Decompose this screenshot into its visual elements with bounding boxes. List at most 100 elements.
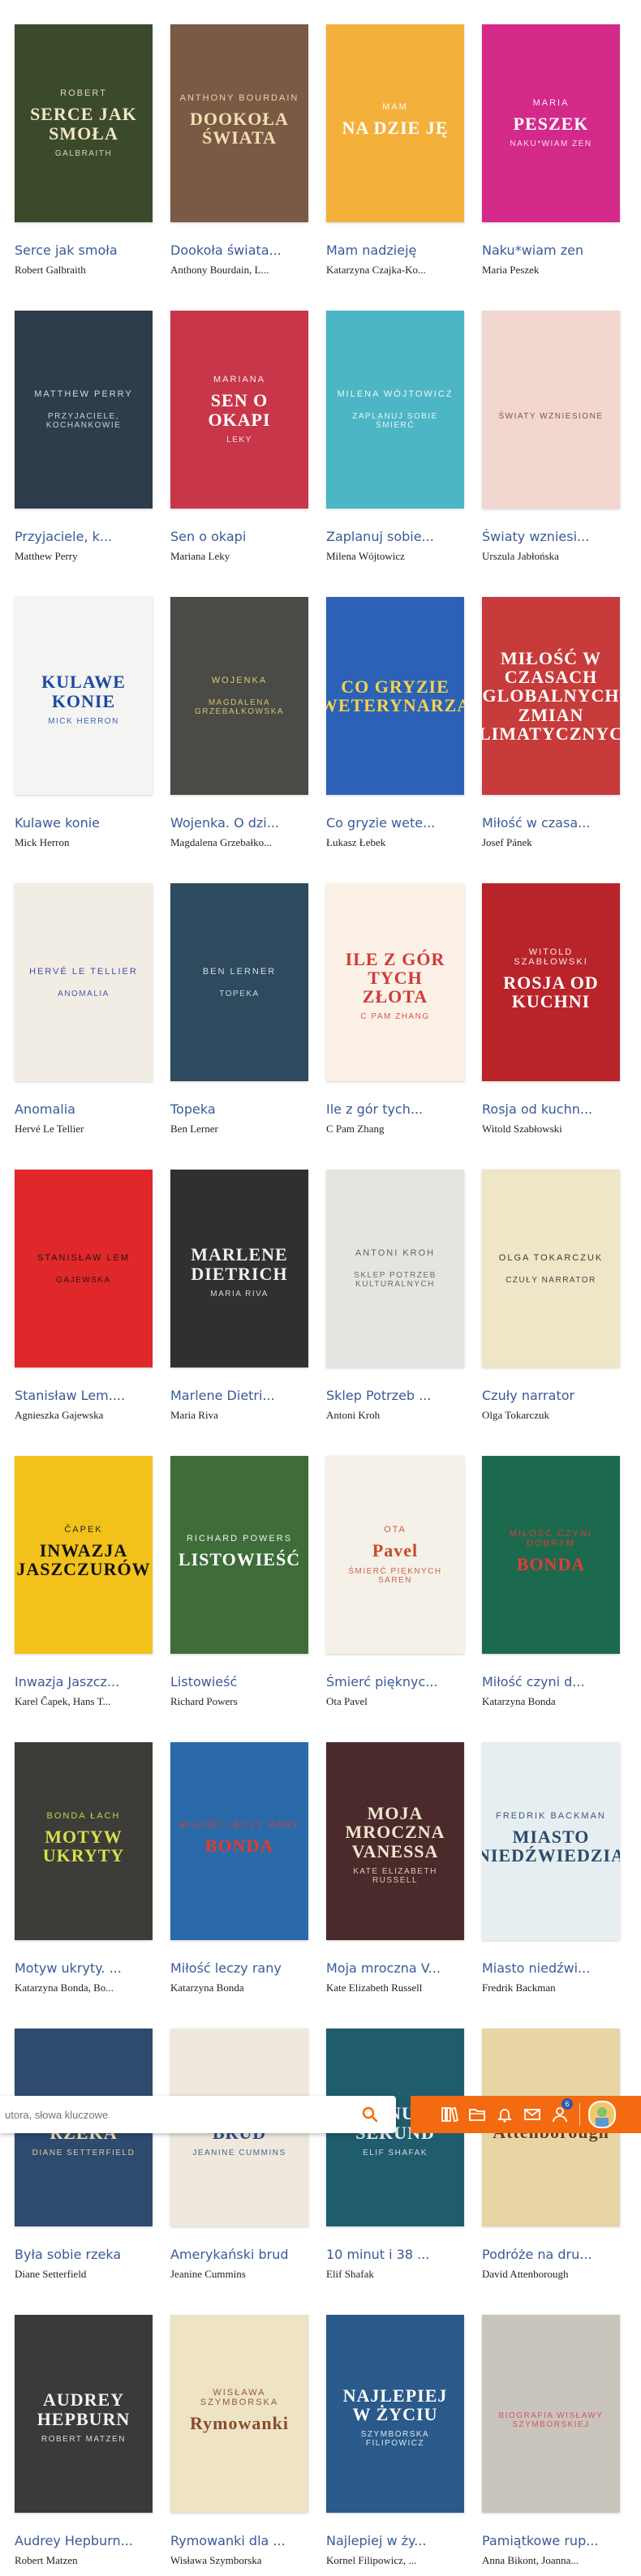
book-card[interactable]: Robert SERCE JAK SMOŁA Galbraith Serce jak … — [15, 24, 153, 284]
book-title-link[interactable]: Sen o okapi — [170, 529, 308, 544]
book-cover[interactable]: Maria PESZEK NAKU*WIAM ZEN — [482, 24, 620, 222]
book-title-link[interactable]: Miłość leczy rany — [170, 1960, 308, 1976]
book-title-link[interactable]: Serce jak smoła — [15, 243, 153, 258]
book-card[interactable]: Matthew Perry Przyjaciele, kochankowie Prz… — [15, 311, 153, 570]
book-title-link[interactable]: Topeka — [170, 1101, 308, 1117]
book-card[interactable]: Anthony Bourdain DOOKOŁA ŚWIATA Dookoła św… — [170, 24, 308, 284]
book-card[interactable]: Hervé Le Tellier ANOMALIA Anomalia Hervé Le… — [15, 883, 153, 1143]
book-card[interactable]: ILE Z GÓR TYCH ZŁOTA C Pam Zhang Ile z gór… — [326, 883, 464, 1143]
book-card[interactable]: Wojenka Magdalena Grzebałkowska Wojenka. O… — [170, 597, 308, 857]
book-card[interactable]: Witold Szabłowski ROSJA OD KUCHNI Rosja od… — [482, 883, 620, 1143]
book-card[interactable]: Fredrik Backman MIASTO NIEDŹWIEDZIA Miasto… — [482, 1742, 620, 2002]
book-cover[interactable]: Wojenka Magdalena Grzebałkowska — [170, 597, 308, 795]
book-title-link[interactable]: Marlene Dietri... — [170, 1388, 308, 1403]
friends-button[interactable]: 6 — [549, 2098, 573, 2126]
book-card[interactable]: MARLENE DIETRICH Maria Riva Marlene Dietri… — [170, 1170, 308, 1429]
book-card[interactable]: Olga Tokarczuk Czuły narrator Czuły narrat… — [482, 1170, 620, 1429]
book-card[interactable]: 10 MINUT 38 SEKUNDElif Shafak10 minut i … — [326, 2029, 464, 2288]
book-card[interactable]: Antoni Kroh Sklep Potrzeb Kulturalnych Skl… — [326, 1170, 464, 1429]
book-cover[interactable]: NAJLEPIEJ W ŻYCIU Szymborska Filipowicz — [326, 2315, 464, 2513]
book-cover[interactable]: Witold Szabłowski ROSJA OD KUCHNI — [482, 883, 620, 1081]
book-card[interactable]: CO GRYZIE WETERYNARZA Co gryzie wete... Łu… — [326, 597, 464, 857]
book-cover[interactable]: Robert SERCE JAK SMOŁA Galbraith — [15, 24, 153, 222]
book-title-link[interactable]: Sklep Potrzeb ... — [326, 1388, 464, 1403]
book-cover[interactable]: Hervé Le Tellier ANOMALIA — [15, 883, 153, 1081]
book-card[interactable]: Mam NA DZIE JĘ Mam nadzieję Katarzyna Czajk… — [326, 24, 464, 284]
book-title-link[interactable]: Audrey Hepburn... — [15, 2533, 153, 2548]
book-title-link[interactable]: Co gryzie wete... — [326, 815, 464, 831]
book-cover[interactable]: miłość czyni dobrym BONDA — [482, 1456, 620, 1654]
folder-button[interactable] — [466, 2103, 488, 2126]
book-cover[interactable]: Mam NA DZIE JĘ — [326, 24, 464, 222]
book-title-link[interactable]: Czuły narrator — [482, 1388, 620, 1403]
book-card[interactable]: AUDREY HEPBURN Robert Matzen Audrey Hepbur… — [15, 2315, 153, 2574]
book-cover[interactable]: AUDREY HEPBURN Robert Matzen — [15, 2315, 153, 2513]
book-title-link[interactable]: Mam nadzieję — [326, 243, 464, 258]
book-cover[interactable]: Bonda Łach MOTYW UKRYTY — [15, 1742, 153, 1940]
book-cover[interactable]: Milena Wójtowicz Zaplanuj sobie śmierć — [326, 311, 464, 509]
book-title-link[interactable]: Kulawe konie — [15, 815, 153, 831]
book-title-link[interactable]: Listowieść — [170, 1674, 308, 1689]
book-title-link[interactable]: Wojenka. O dzi... — [170, 815, 308, 831]
book-title-link[interactable]: Rosja od kuchn... — [482, 1101, 620, 1117]
book-title-link[interactable]: Światy wzniesi... — [482, 529, 620, 544]
book-cover[interactable]: ILE Z GÓR TYCH ZŁOTA C Pam Zhang — [326, 883, 464, 1081]
book-cover[interactable]: MOJA MROCZNA VANESSA Kate Elizabeth Russe… — [326, 1742, 464, 1940]
book-cover[interactable]: Wisława Szymborska Rymowanki — [170, 2315, 308, 2513]
book-title-link[interactable]: Podróże na dru... — [482, 2247, 620, 2262]
book-cover[interactable]: MARLENE DIETRICH Maria Riva — [170, 1170, 308, 1367]
messages-button[interactable] — [521, 2103, 544, 2126]
book-cover[interactable]: Stanisław Lem Gajewska — [15, 1170, 153, 1367]
book-card[interactable]: miłość czyni dobrym BONDA Miłość czyni d..… — [482, 1456, 620, 1715]
book-card[interactable]: MOJA MROCZNA VANESSA Kate Elizabeth Russe… — [326, 1742, 464, 2002]
book-title-link[interactable]: Była sobie rzeka — [15, 2247, 153, 2262]
book-card[interactable]: Čapek INWAZJA JASZCZURÓW Inwazja Jaszcz...… — [15, 1456, 153, 1715]
book-card[interactable]: Światy wzniesione Światy wzniesi... Urszul… — [482, 311, 620, 570]
book-title-link[interactable]: Miłość w czasa... — [482, 815, 620, 831]
book-cover[interactable]: miłość leczy rany BONDA — [170, 1742, 308, 1940]
book-title-link[interactable]: Miłość czyni d... — [482, 1674, 620, 1689]
book-card[interactable]: Milena Wójtowicz Zaplanuj sobie śmierć Zap… — [326, 311, 464, 570]
book-title-link[interactable]: 10 minut i 38 ... — [326, 2247, 464, 2262]
library-button[interactable] — [438, 2103, 461, 2126]
book-title-link[interactable]: Śmierć pięknyc... — [326, 1674, 464, 1689]
book-cover[interactable]: Ben Lerner Topeka — [170, 883, 308, 1081]
book-title-link[interactable]: Stanisław Lem.... — [15, 1388, 153, 1403]
book-card[interactable]: AMERYKAŃSKI BRUDJeanine CumminsAmerykańs… — [170, 2029, 308, 2288]
book-cover[interactable]: Mariana SEN O OKAPI Leky — [170, 311, 308, 509]
book-title-link[interactable]: Motyw ukryty. ... — [15, 1960, 153, 1976]
book-card[interactable]: miłość leczy rany BONDA Miłość leczy rany K… — [170, 1742, 308, 2002]
book-card[interactable]: NAJLEPIEJ W ŻYCIU Szymborska Filipowicz Na… — [326, 2315, 464, 2574]
book-card[interactable]: Maria PESZEK NAKU*WIAM ZEN Naku*wiam zen Mar… — [482, 24, 620, 284]
notifications-button[interactable] — [493, 2103, 516, 2126]
book-card[interactable]: MIŁOŚĆ W CZASACH GLOBALNYCH ZMIAN KLIMAT… — [482, 597, 620, 857]
book-title-link[interactable]: Zaplanuj sobie... — [326, 529, 464, 544]
book-title-link[interactable]: Moja mroczna V... — [326, 1960, 464, 1976]
book-cover[interactable]: Čapek INWAZJA JASZCZURÓW — [15, 1456, 153, 1654]
book-title-link[interactable]: Anomalia — [15, 1101, 153, 1117]
book-cover[interactable]: Anthony Bourdain DOOKOŁA ŚWIATA — [170, 24, 308, 222]
book-cover[interactable]: Fredrik Backman MIASTO NIEDŹWIEDZIA — [482, 1742, 620, 1940]
book-title-link[interactable]: Ile z gór tych... — [326, 1101, 464, 1117]
book-cover[interactable]: Biografia Wisławy Szymborskiej — [482, 2315, 620, 2513]
book-cover[interactable]: Ota Pavel Śmierć pięknych saren — [326, 1456, 464, 1654]
book-cover[interactable]: Olga Tokarczuk Czuły narrator — [482, 1170, 620, 1367]
book-card[interactable]: KULAWE KONIE Mick Herron Kulawe konie Mick … — [15, 597, 153, 857]
book-title-link[interactable]: Naku*wiam zen — [482, 243, 620, 258]
book-title-link[interactable]: Pamiątkowe rup... — [482, 2533, 620, 2548]
book-cover[interactable]: Richard Powers LISTOWIEŚĆ — [170, 1456, 308, 1654]
book-cover[interactable]: CO GRYZIE WETERYNARZA — [326, 597, 464, 795]
book-title-link[interactable]: Przyjaciele, k... — [15, 529, 153, 544]
book-card[interactable]: Ben Lerner Topeka Topeka Ben Lerner — [170, 883, 308, 1143]
book-cover[interactable]: MIŁOŚĆ W CZASACH GLOBALNYCH ZMIAN KLIMAT… — [482, 597, 620, 795]
book-title-link[interactable]: Miasto niedźwi... — [482, 1960, 620, 1976]
search-button[interactable] — [360, 2105, 380, 2124]
book-cover[interactable]: Światy wzniesione — [482, 311, 620, 509]
book-card[interactable]: Mariana SEN O OKAPI Leky Sen o okapi Mariana… — [170, 311, 308, 570]
book-card[interactable]: BYŁA SOBIE RZEKADiane SetterfieldByła so… — [15, 2029, 153, 2288]
book-card[interactable]: Ota Pavel Śmierć pięknych saren Śmierć pięk… — [326, 1456, 464, 1715]
book-card[interactable]: Bonda Łach MOTYW UKRYTY Motyw ukryty. ... K… — [15, 1742, 153, 2002]
book-title-link[interactable]: Inwazja Jaszcz... — [15, 1674, 153, 1689]
book-cover[interactable]: Matthew Perry Przyjaciele, kochankowie — [15, 311, 153, 509]
book-card[interactable]: Stanisław Lem Gajewska Stanisław Lem.... Ag… — [15, 1170, 153, 1429]
